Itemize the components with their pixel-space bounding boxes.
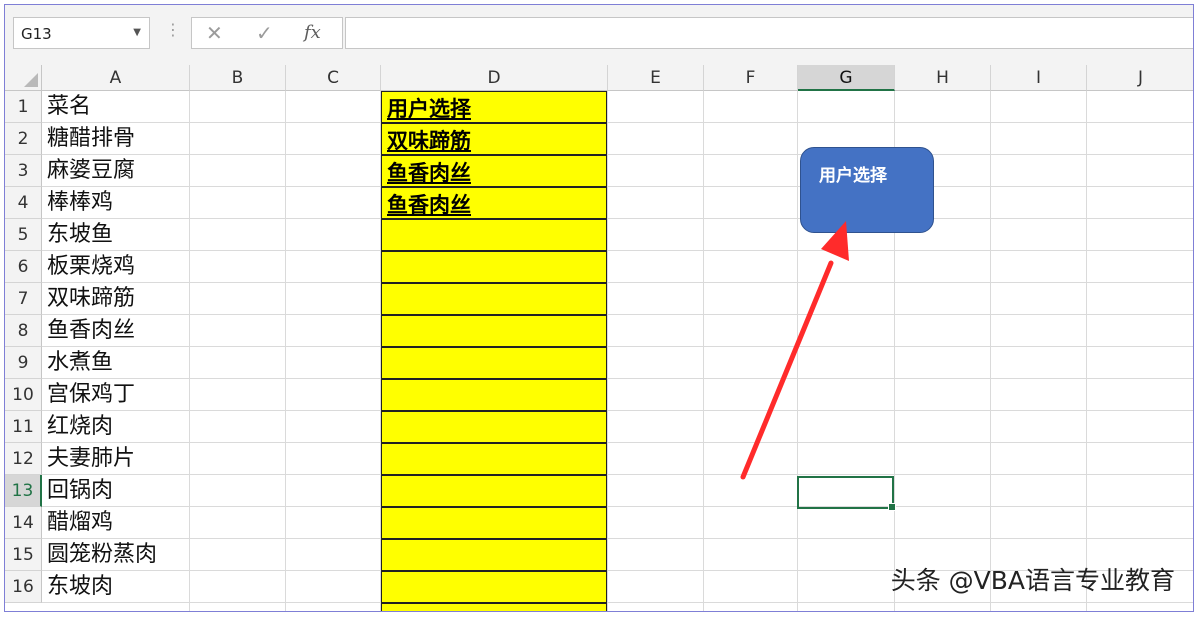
excel-window: G13 ▼ ⋮ ✕ ✓ fx A B C D E F G H I J 1 2 3… — [4, 4, 1194, 612]
watermark-text: 头条 @VBA语言专业教育 — [890, 566, 1175, 595]
red-arrow-icon — [740, 221, 849, 480]
